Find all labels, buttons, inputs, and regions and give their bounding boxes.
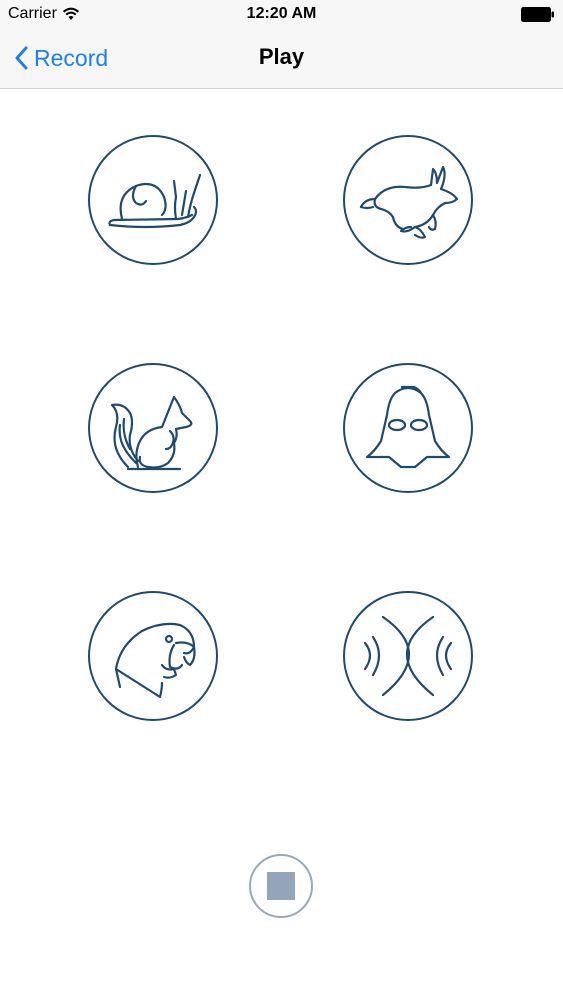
echo-effect-button[interactable] — [88, 591, 218, 721]
stop-playback-button[interactable] — [249, 854, 313, 918]
chipmunk-effect-button[interactable] — [88, 363, 218, 493]
status-bar: Carrier 12:20 AM — [0, 0, 563, 30]
reverb-effect-button[interactable] — [343, 591, 473, 721]
snail-icon — [108, 173, 202, 229]
squirrel-icon — [110, 395, 193, 471]
fast-effect-button[interactable] — [343, 135, 473, 265]
top-bar: Carrier 12:20 AM Record Play — [0, 0, 563, 89]
page-title: Play — [258, 44, 305, 69]
navigation-bar: Record Play — [0, 30, 563, 88]
reverb-waves-icon — [363, 615, 453, 697]
darth-vader-effect-button[interactable] — [343, 363, 473, 493]
slow-effect-button[interactable] — [88, 135, 218, 265]
stop-icon — [267, 872, 295, 900]
battery-icon — [521, 7, 554, 22]
rabbit-icon — [359, 165, 459, 239]
parrot-icon — [114, 622, 196, 699]
status-time: 12:20 AM — [246, 5, 317, 22]
darth-vader-helmet-icon — [365, 385, 451, 469]
